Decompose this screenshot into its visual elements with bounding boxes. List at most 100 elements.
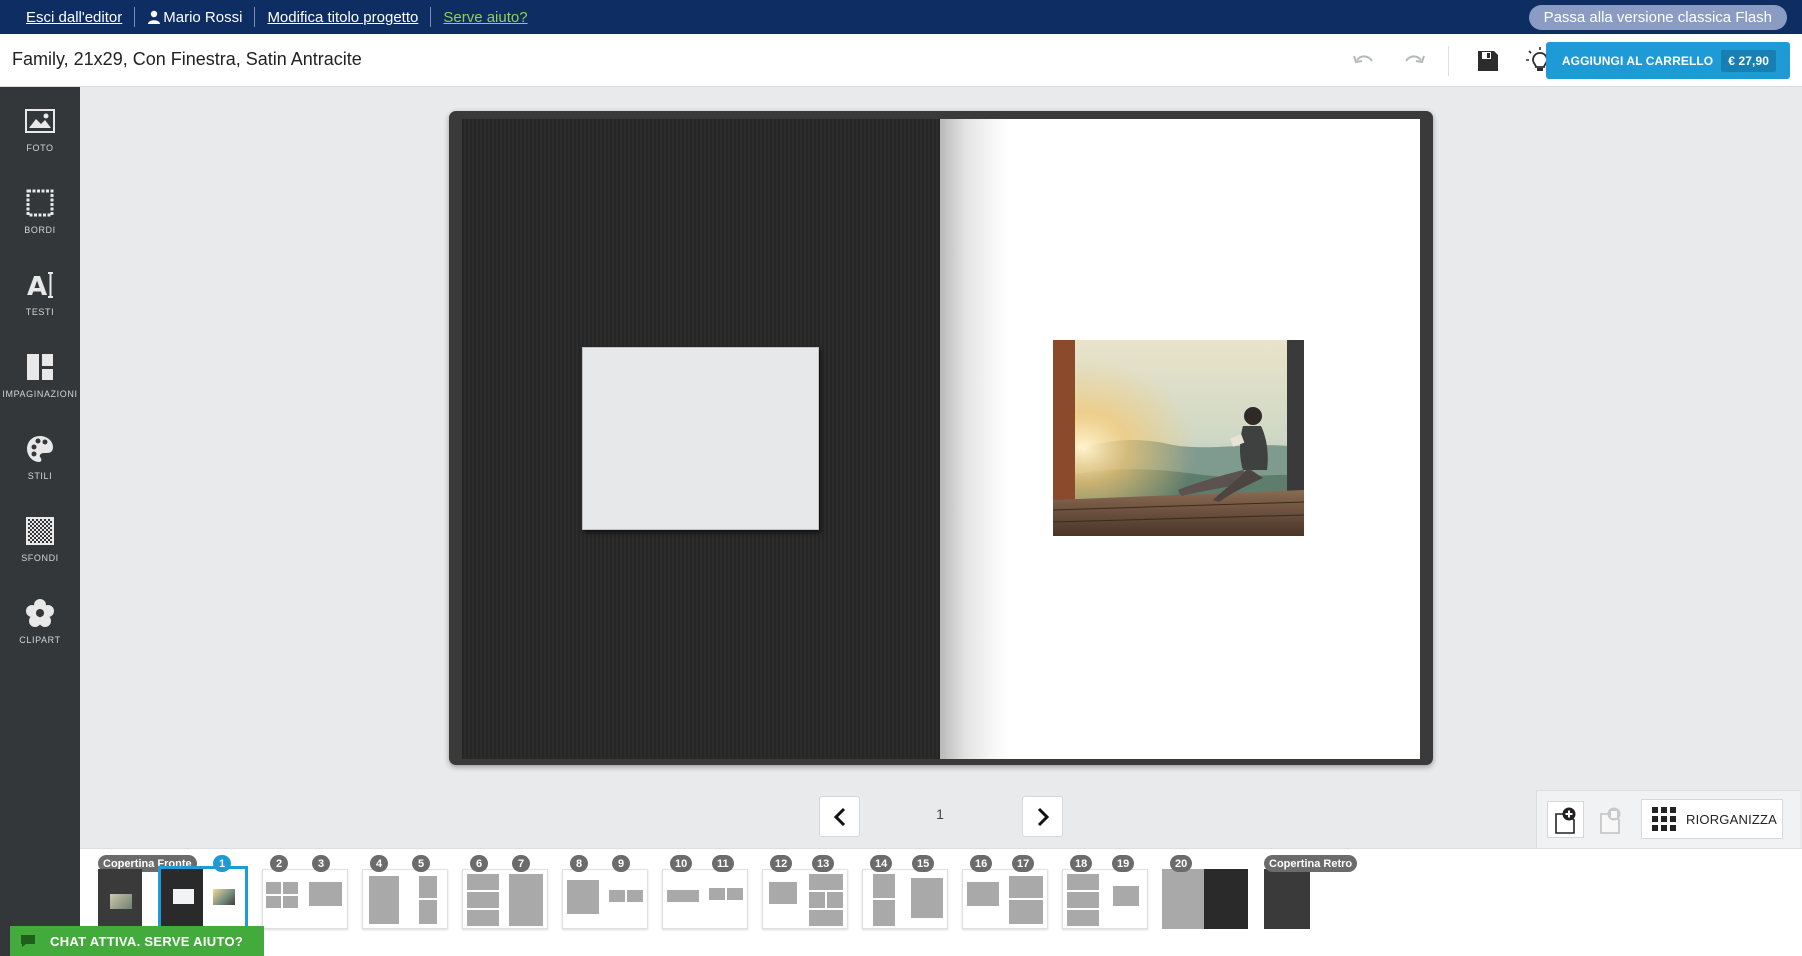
first-page[interactable] — [940, 119, 1420, 759]
cart-label: AGGIUNGI AL CARRELLO — [1561, 53, 1714, 68]
project-title: Family, 21x29, Con Finestra, Satin Antra… — [12, 49, 362, 69]
page-badge: 15 — [912, 855, 935, 872]
page-gutter-shadow — [940, 119, 1010, 759]
page-badge: 5 — [412, 855, 430, 872]
flash-version-button[interactable]: Passa alla versione classica Flash — [1528, 5, 1787, 30]
page-1-thumb — [203, 869, 245, 929]
delete-page-icon — [1599, 807, 1620, 834]
thumbnail-cover-front[interactable]: Copertina Fronte 1 — [98, 855, 248, 932]
help-link[interactable]: Serve aiuto? — [443, 9, 527, 26]
sidebar-item-clipart[interactable]: CLIPART — [0, 593, 80, 663]
thumbnail-spread-14-15[interactable]: 14 15 — [862, 855, 948, 929]
page-thumbnail-strip: Copertina Fronte 1 2 3 4 5 6 7 8 9 10 11… — [80, 848, 1802, 956]
woman-reading-photo — [1053, 340, 1304, 536]
divider — [134, 7, 136, 27]
page-badge: 2 — [270, 855, 288, 872]
grid-icon — [1652, 807, 1676, 831]
chat-bubble-icon — [21, 935, 35, 947]
current-page-number: 1 — [936, 806, 944, 822]
photo-icon — [25, 109, 55, 133]
sidebar-item-label: CLIPART — [19, 635, 61, 645]
sidebar-item-label: SFONDI — [21, 553, 59, 563]
reorganize-button[interactable]: RIORGANIZZA — [1641, 799, 1783, 839]
thumbnail-spread-4-5[interactable]: 4 5 — [362, 855, 448, 929]
sidebar-item-stili[interactable]: STILI — [0, 429, 80, 499]
edit-title-link[interactable]: Modifica titolo progetto — [267, 9, 418, 26]
divider — [1448, 46, 1449, 76]
page-badge: 20 — [1170, 855, 1193, 872]
page-badge: 16 — [970, 855, 993, 872]
thumbnail-spread-20[interactable]: 20 — [1162, 855, 1248, 929]
previous-page-button[interactable] — [819, 796, 860, 837]
sidebar-item-foto[interactable]: FOTO — [0, 101, 80, 171]
sidebar-item-bordi[interactable]: BORDI — [0, 183, 80, 253]
border-icon — [26, 189, 54, 217]
user-name: Mario Rossi — [163, 8, 243, 26]
tool-sidebar: FOTO BORDI A TESTI IMPAGINAZIONI STILI S… — [0, 87, 80, 956]
top-bar: Esci dall'editor Mario Rossi Modifica ti… — [0, 0, 1802, 34]
palette-icon — [27, 436, 53, 462]
page-badge: 4 — [370, 855, 388, 872]
page-badge: 18 — [1070, 855, 1093, 872]
text-icon: A — [27, 272, 53, 300]
divider — [254, 7, 256, 27]
page-badge: 7 — [512, 855, 530, 872]
cover-page[interactable] — [462, 119, 940, 759]
page-badge: 3 — [312, 855, 330, 872]
cover-back-badge: Copertina Retro — [1264, 855, 1358, 872]
sidebar-item-label: FOTO — [26, 143, 54, 153]
exit-editor-link[interactable]: Esci dall'editor — [26, 9, 122, 26]
divider — [430, 7, 432, 27]
save-button[interactable] — [1471, 44, 1505, 78]
page-badge: 1 — [213, 855, 231, 872]
sidebar-item-label: STILI — [27, 471, 53, 481]
chat-label: CHAT ATTIVA. SERVE AIUTO? — [50, 933, 244, 949]
cover-window-slot[interactable] — [582, 347, 819, 530]
user-menu[interactable]: Mario Rossi — [147, 9, 242, 26]
page-badge: 10 — [670, 855, 693, 872]
chevron-right-icon — [1037, 807, 1049, 826]
cart-price: € 27,90 — [1721, 49, 1776, 72]
layout-icon — [27, 354, 53, 380]
undo-button[interactable] — [1346, 44, 1380, 78]
page-badge: 12 — [770, 855, 793, 872]
page-badge: 13 — [812, 855, 835, 872]
user-icon — [148, 10, 161, 24]
next-page-button[interactable] — [1022, 796, 1063, 837]
thumbnail-spread-12-13[interactable]: 12 13 — [762, 855, 848, 929]
redo-icon — [1405, 55, 1425, 64]
add-page-icon — [1554, 807, 1575, 834]
thumbnail-spread-8-9[interactable]: 8 9 — [562, 855, 648, 929]
undo-icon — [1353, 55, 1373, 64]
thumbnail-spread-2-3[interactable]: 2 3 — [262, 855, 348, 929]
sidebar-item-label: BORDI — [24, 225, 56, 235]
sidebar-item-testi[interactable]: A TESTI — [0, 265, 80, 335]
sidebar-item-impaginazioni[interactable]: IMPAGINAZIONI — [0, 347, 80, 417]
thumbnail-spread-6-7[interactable]: 6 7 — [462, 855, 548, 929]
delete-page-button[interactable] — [1592, 801, 1629, 838]
reorganize-label: RIORGANIZZA — [1686, 811, 1778, 827]
thumbnail-cover-back[interactable]: Copertina Retro — [1264, 855, 1358, 929]
page-badge: 11 — [712, 855, 734, 872]
page-badge: 14 — [870, 855, 893, 872]
page-badge: 19 — [1112, 855, 1135, 872]
page-tools: RIORGANIZZA — [1536, 790, 1800, 848]
chat-button[interactable]: CHAT ATTIVA. SERVE AIUTO? — [10, 926, 264, 956]
page-badge: 8 — [570, 855, 588, 872]
thumbnail-spread-18-19[interactable]: 18 19 — [1062, 855, 1148, 929]
photobook-spread — [449, 111, 1433, 765]
sidebar-item-sfondi[interactable]: SFONDI — [0, 511, 80, 581]
add-page-button[interactable] — [1547, 801, 1584, 838]
flower-icon — [26, 599, 54, 627]
page-badge: 6 — [470, 855, 488, 872]
thumbnail-spread-10-11[interactable]: 10 11 — [662, 855, 748, 929]
page-badge: 9 — [612, 855, 630, 872]
photo-frame[interactable] — [1053, 340, 1304, 536]
page-badge: 17 — [1012, 855, 1035, 872]
save-icon — [1478, 51, 1498, 71]
editor-header: Family, 21x29, Con Finestra, Satin Antra… — [0, 34, 1802, 87]
cover-thumb-front — [161, 869, 203, 929]
redo-button[interactable] — [1398, 44, 1432, 78]
add-to-cart-button[interactable]: AGGIUNGI AL CARRELLO € 27,90 — [1545, 42, 1790, 79]
thumbnail-spread-16-17[interactable]: 16 17 — [962, 855, 1048, 929]
